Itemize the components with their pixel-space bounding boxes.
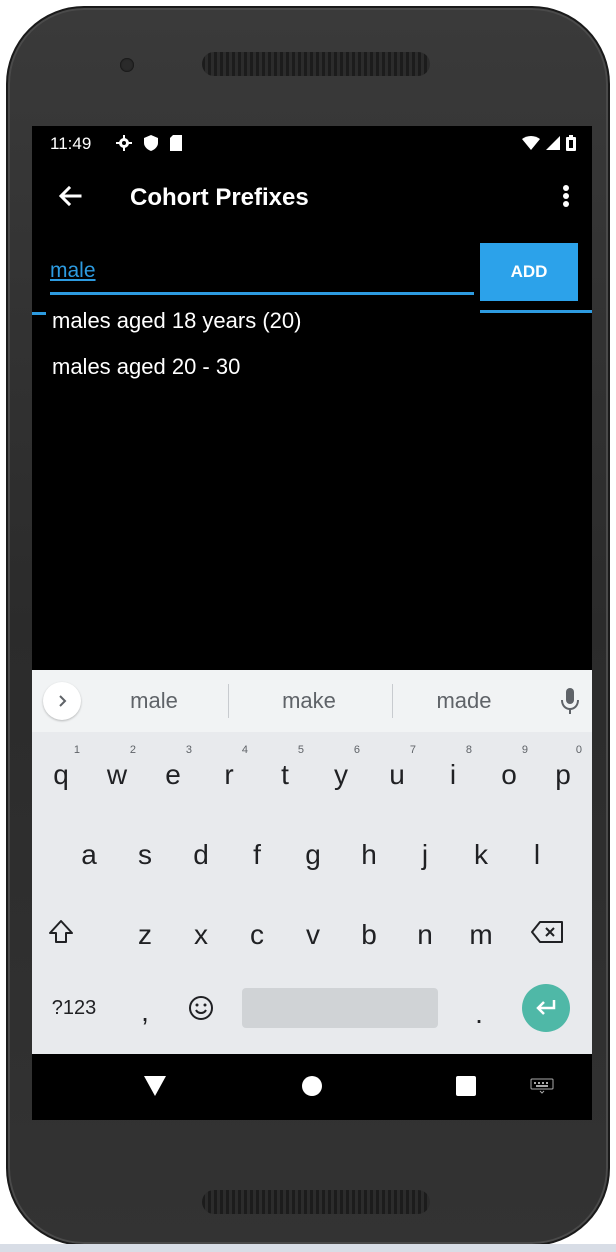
- status-bar: 11:49: [32, 126, 592, 162]
- key-h[interactable]: h: [342, 816, 396, 888]
- comma-key[interactable]: ,: [118, 976, 172, 1048]
- window-bottom-strip: [0, 1244, 616, 1252]
- system-navigation-bar: [32, 1054, 592, 1120]
- autocomplete-item[interactable]: males aged 18 years (20): [52, 306, 452, 352]
- nav-back-triangle-icon[interactable]: [144, 1076, 166, 1096]
- key-m[interactable]: m: [454, 896, 508, 968]
- key-s[interactable]: s: [118, 816, 172, 888]
- phone-screen: 11:49 Cohort Prefixes male ADD males age…: [32, 126, 592, 1120]
- dropdown-edge-marker: [32, 312, 46, 315]
- overflow-menu-icon[interactable]: [554, 180, 578, 212]
- key-b[interactable]: b: [342, 896, 396, 968]
- shield-icon: [144, 135, 158, 151]
- shift-arrow-icon: [49, 920, 73, 943]
- key-f[interactable]: f: [230, 816, 284, 888]
- key-p[interactable]: 0p: [536, 736, 590, 808]
- key-u[interactable]: 7u: [370, 736, 424, 808]
- period-key[interactable]: .: [452, 978, 506, 1050]
- front-camera: [120, 58, 134, 72]
- suggestion-divider: [228, 684, 229, 718]
- microphone-icon[interactable]: [558, 684, 582, 718]
- key-x[interactable]: x: [174, 896, 228, 968]
- key-z[interactable]: z: [118, 896, 172, 968]
- top-speaker-grille: [202, 52, 430, 76]
- add-button[interactable]: ADD: [480, 243, 578, 301]
- key-t[interactable]: 5t: [258, 736, 312, 808]
- bottom-speaker-grille: [202, 1190, 430, 1214]
- signal-icon: [546, 136, 560, 150]
- backspace-icon: [531, 921, 563, 943]
- key-j[interactable]: j: [398, 816, 452, 888]
- key-e[interactable]: 3e: [146, 736, 200, 808]
- chevron-right-icon: [59, 695, 67, 707]
- battery-icon: [566, 135, 576, 151]
- key-o[interactable]: 9o: [482, 736, 536, 808]
- prefix-search-input[interactable]: [50, 250, 474, 292]
- back-arrow-icon[interactable]: [54, 180, 86, 212]
- nav-home-circle-icon[interactable]: [302, 1076, 322, 1096]
- suggestion-divider: [392, 684, 393, 718]
- key-c[interactable]: c: [230, 896, 284, 968]
- page-title: Cohort Prefixes: [130, 184, 309, 211]
- key-y[interactable]: 6y: [314, 736, 368, 808]
- word-suggestion[interactable]: make: [249, 688, 369, 714]
- symbols-key[interactable]: ?123: [38, 972, 110, 1044]
- key-q[interactable]: 1q: [34, 736, 88, 808]
- key-l[interactable]: l: [510, 816, 564, 888]
- nav-recents-square-icon[interactable]: [456, 1076, 476, 1096]
- virtual-keyboard: 1q 2w 3e 4r 5t 6y 7u 8i 9o 0p a s d f g …: [32, 732, 592, 1054]
- emoji-key[interactable]: [174, 972, 228, 1044]
- wifi-icon: [522, 136, 540, 150]
- shift-key[interactable]: [34, 896, 88, 968]
- sd-card-icon: [170, 135, 182, 151]
- key-w[interactable]: 2w: [90, 736, 144, 808]
- key-i[interactable]: 8i: [426, 736, 480, 808]
- space-bar[interactable]: [242, 988, 438, 1028]
- keyboard-suggestion-strip: male make made: [32, 670, 592, 732]
- key-r[interactable]: 4r: [202, 736, 256, 808]
- backspace-key[interactable]: [520, 896, 574, 968]
- emoji-smiley-icon: [189, 996, 213, 1020]
- enter-return-icon: [536, 1000, 556, 1015]
- key-g[interactable]: g: [286, 816, 340, 888]
- key-v[interactable]: v: [286, 896, 340, 968]
- word-suggestion[interactable]: made: [404, 688, 524, 714]
- expand-toolbar-button[interactable]: [43, 682, 81, 720]
- key-n[interactable]: n: [398, 896, 452, 968]
- key-d[interactable]: d: [174, 816, 228, 888]
- word-suggestion[interactable]: male: [94, 688, 214, 714]
- enter-key[interactable]: [522, 984, 570, 1032]
- keyboard-switcher-icon[interactable]: [530, 1078, 554, 1094]
- key-a[interactable]: a: [62, 816, 116, 888]
- input-underline: [50, 292, 474, 295]
- key-k[interactable]: k: [454, 816, 508, 888]
- autocomplete-dropdown: males aged 18 years (20) males aged 20 -…: [52, 306, 452, 398]
- app-bar: Cohort Prefixes: [32, 162, 592, 232]
- add-button-underline: [480, 310, 592, 313]
- settings-gear-icon: [116, 135, 132, 151]
- status-time: 11:49: [50, 134, 92, 153]
- autocomplete-item[interactable]: males aged 20 - 30: [52, 352, 452, 398]
- prefix-input-container: [50, 250, 474, 296]
